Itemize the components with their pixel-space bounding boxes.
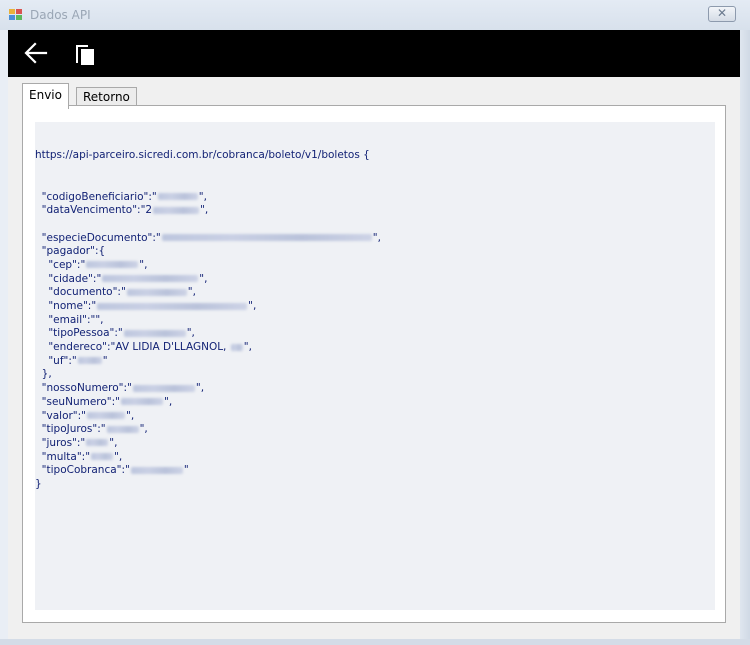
close-icon: ✕ xyxy=(716,6,728,20)
code-line-suffix: ", xyxy=(199,272,208,285)
code-line-text: "uf":" xyxy=(35,354,77,367)
code-line: "multa":" ", xyxy=(35,451,381,465)
code-line-text: "nome":" xyxy=(35,300,97,312)
code-line-text: "seuNumero":" xyxy=(35,395,120,408)
request-body-lines: "codigoBeneficiario":" ", "dataVencimento… xyxy=(35,191,381,492)
code-line: "cidade":" ", xyxy=(35,273,381,287)
code-line-suffix: ", xyxy=(248,300,257,312)
code-line-suffix: ", xyxy=(243,341,252,354)
redacted-value xyxy=(230,343,243,351)
app-window-icon xyxy=(9,9,23,21)
code-line-text: "email":"", xyxy=(35,313,104,326)
code-line-suffix: ", xyxy=(187,286,196,299)
window-right-edge xyxy=(740,30,750,645)
code-line-suffix: " xyxy=(102,354,108,367)
request-textbox[interactable]: https://api-parceiro.sicredi.com.br/cobr… xyxy=(35,122,715,610)
code-line-text: "multa":" xyxy=(35,450,91,463)
code-line: "juros":" ", xyxy=(35,437,381,451)
window-title: Dados API xyxy=(30,8,91,22)
code-line-suffix: ", xyxy=(139,423,148,436)
redacted-value xyxy=(86,439,109,447)
code-line-suffix: ", xyxy=(164,395,173,408)
code-line-text: "dataVencimento":"2 xyxy=(35,204,153,217)
redacted-value xyxy=(86,261,139,269)
window-bottom-edge xyxy=(0,639,750,645)
code-line-suffix: ", xyxy=(186,327,195,340)
code-line-text: "juros":" xyxy=(35,436,86,449)
request-url-line: https://api-parceiro.sicredi.com.br/cobr… xyxy=(35,149,370,162)
code-line: "nome":" ", xyxy=(35,300,381,314)
title-bar[interactable]: Dados API ✕ xyxy=(0,0,750,30)
redacted-value xyxy=(132,384,195,392)
code-line-text: }, xyxy=(35,368,52,381)
code-line: "codigoBeneficiario":" ", xyxy=(35,191,381,205)
redacted-value xyxy=(106,425,139,433)
code-line: "especieDocumento":" ", xyxy=(35,232,381,246)
close-button[interactable]: ✕ xyxy=(708,6,736,22)
redacted-value xyxy=(130,466,183,474)
code-line-suffix: ", xyxy=(200,204,209,217)
code-line-suffix: " xyxy=(183,464,189,477)
code-line: "email":"", xyxy=(35,314,381,328)
code-line: "documento":" ", xyxy=(35,286,381,300)
code-line-suffix: ", xyxy=(139,258,148,271)
code-line-text: "pagador":{ xyxy=(35,245,106,258)
code-line-suffix: ", xyxy=(109,436,118,449)
code-line: "tipoJuros":" ", xyxy=(35,423,381,437)
code-line-text: "tipoJuros":" xyxy=(35,423,106,436)
code-line: "nossoNumero":" ", xyxy=(35,382,381,396)
code-line-text: "cidade":" xyxy=(35,272,102,285)
code-line-text: "especieDocumento":" xyxy=(35,231,161,244)
code-line: "dataVencimento":"2 ", xyxy=(35,204,381,218)
code-line-text: "valor":" xyxy=(35,409,87,422)
tab-envio[interactable]: Envio xyxy=(22,83,69,109)
redacted-value xyxy=(97,302,248,310)
redacted-value xyxy=(123,329,186,337)
code-line: "endereco":"AV LIDIA D'LLAGNOL, ", xyxy=(35,341,381,355)
code-line-text: "tipoPessoa":" xyxy=(35,327,123,340)
code-line: "cep":" ", xyxy=(35,259,381,273)
redacted-value xyxy=(77,357,102,365)
code-line-text: "endereco":"AV LIDIA D'LLAGNOL, xyxy=(35,341,230,354)
copy-icon[interactable] xyxy=(74,42,96,66)
redacted-value xyxy=(87,412,126,419)
redacted-value xyxy=(157,193,198,200)
redacted-value xyxy=(161,234,372,242)
code-line: "uf":" " xyxy=(35,355,381,369)
code-line: "tipoPessoa":" ", xyxy=(35,327,381,341)
code-line-text: "nossoNumero":" xyxy=(35,382,132,395)
back-arrow-icon[interactable] xyxy=(24,42,48,64)
code-line: "valor":" ", xyxy=(35,410,381,424)
tab-panel-envio: https://api-parceiro.sicredi.com.br/cobr… xyxy=(22,105,726,623)
redacted-value xyxy=(121,398,163,406)
code-line-suffix: ", xyxy=(198,190,207,203)
request-code: https://api-parceiro.sicredi.com.br/cobr… xyxy=(35,122,381,519)
code-line: "pagador":{ xyxy=(35,245,381,259)
redacted-value xyxy=(91,453,114,461)
code-line-text: "documento":" xyxy=(35,286,126,299)
code-line-suffix: ", xyxy=(195,382,205,395)
code-line: "seuNumero":" ", xyxy=(35,396,381,410)
code-line: } xyxy=(35,478,381,492)
redacted-value xyxy=(126,288,187,296)
redacted-value xyxy=(153,206,200,214)
code-line: }, xyxy=(35,368,381,382)
tab-retorno[interactable]: Retorno xyxy=(76,87,137,107)
window-client-area: Envio Retorno https://api-parceiro.sicre… xyxy=(8,30,740,639)
code-line-text: "tipoCobranca":" xyxy=(35,464,130,477)
code-line-text: } xyxy=(35,477,42,490)
code-line-suffix: ", xyxy=(114,450,123,463)
code-line-suffix: ", xyxy=(126,409,135,422)
code-line-suffix: ", xyxy=(372,231,381,244)
code-line: "tipoCobranca":" " xyxy=(35,464,381,478)
code-line-text: "cep":" xyxy=(35,258,86,271)
code-line-text: "codigoBeneficiario":" xyxy=(35,190,157,203)
redacted-value xyxy=(102,275,199,283)
toolbar xyxy=(8,30,740,77)
